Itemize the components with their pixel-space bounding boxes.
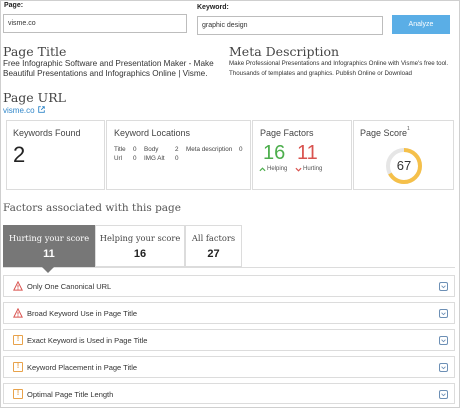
keywords-found-title: Keywords Found: [13, 128, 81, 138]
page-title-text: Free Infographic Software and Presentati…: [3, 59, 214, 78]
tab-hurting-count: 11: [43, 248, 55, 260]
hurting-chevron-down-icon: [295, 167, 302, 172]
tab-hurting[interactable]: Hurting your score 11: [3, 225, 95, 267]
factor-row-text: Keyword Placement in Page Title: [27, 363, 138, 372]
location-imgalt-value: 0: [175, 155, 179, 162]
hurting-count: 11: [297, 142, 318, 164]
tab-all-factors[interactable]: All factors 27: [185, 225, 242, 267]
location-meta-label: Meta description: [186, 146, 233, 153]
factor-row[interactable]: ! Exact Keyword is Used in Page Title: [3, 329, 455, 351]
factor-row-text: Broad Keyword Use in Page Title: [27, 309, 138, 318]
analyze-button[interactable]: Analyze: [392, 15, 450, 34]
tab-all-count: 27: [207, 248, 220, 260]
location-imgalt-label: IMG Alt: [144, 155, 165, 162]
keywords-found-value: 2: [13, 142, 26, 167]
helping-label: Helping: [267, 166, 288, 172]
meta-description-text: Make Professional Presentations and Info…: [229, 60, 449, 77]
page-factors-title: Page Factors: [260, 128, 314, 138]
keyword-label: Keyword:: [197, 4, 229, 11]
page-url-heading: Page URL: [3, 90, 66, 105]
active-tab-pointer: [42, 267, 54, 273]
page-url-link[interactable]: visme.co: [3, 106, 35, 115]
location-url-label: Url: [114, 155, 123, 162]
chevron-down-icon[interactable]: [439, 309, 448, 318]
factor-row-text: Only One Canonical URL: [27, 282, 112, 291]
page-title-heading: Page Title: [3, 44, 67, 59]
external-link-icon[interactable]: [38, 106, 45, 113]
factor-row[interactable]: Broad Keyword Use in Page Title: [3, 302, 455, 324]
tab-hurting-label: Hurting your score: [8, 233, 90, 243]
factor-row[interactable]: ! Optimal Page Title Length: [3, 383, 455, 404]
factor-row[interactable]: Only One Canonical URL: [3, 275, 455, 297]
meta-description-heading: Meta Description: [229, 44, 340, 59]
tabs-divider: [3, 267, 455, 268]
page-label: Page:: [4, 2, 24, 9]
chevron-down-icon[interactable]: [439, 336, 448, 345]
tab-helping-label: Helping your score: [99, 233, 181, 243]
tab-helping-count: 16: [133, 248, 147, 260]
page-score-value: 67: [396, 158, 412, 173]
helping-count: 16: [263, 142, 286, 164]
page-score-info-mark[interactable]: 1: [407, 126, 410, 132]
factor-row-text: Exact Keyword is Used in Page Title: [27, 336, 148, 345]
keyword-locations-title: Keyword Locations: [114, 128, 191, 138]
tab-all-label: All factors: [191, 233, 236, 243]
page-input[interactable]: visme.co: [3, 14, 187, 33]
chevron-down-icon[interactable]: [439, 363, 448, 372]
hurting-label: Hurting: [303, 166, 323, 172]
location-url-value: 0: [133, 155, 137, 162]
exclamation-box-icon: !: [13, 335, 23, 345]
page-score-title: Page Score: [360, 128, 408, 138]
factor-row-text: Optimal Page Title Length: [27, 390, 114, 399]
warning-triangle-icon: [13, 281, 23, 291]
keyword-input[interactable]: graphic design: [197, 16, 383, 35]
warning-triangle-icon: [13, 308, 23, 318]
tab-helping[interactable]: Helping your score 16: [95, 225, 185, 267]
chevron-down-icon[interactable]: [439, 282, 448, 291]
chevron-down-icon[interactable]: [439, 390, 448, 399]
exclamation-box-icon: !: [13, 389, 23, 399]
exclamation-box-icon: !: [13, 362, 23, 372]
factor-row[interactable]: ! Keyword Placement in Page Title: [3, 356, 455, 378]
helping-chevron-up-icon: [259, 167, 266, 172]
factors-heading: Factors associated with this page: [3, 202, 181, 214]
location-meta-value: 0: [239, 146, 243, 153]
